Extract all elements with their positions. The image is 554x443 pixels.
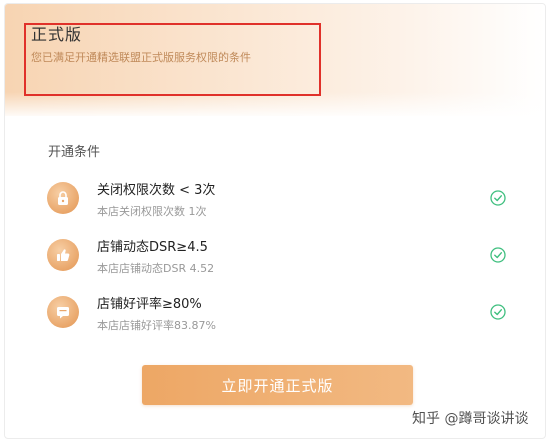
check-circle-icon bbox=[490, 304, 506, 320]
activate-formal-version-button[interactable]: 立即开通正式版 bbox=[142, 365, 413, 405]
condition-title: 店铺好评率≥80% bbox=[97, 297, 202, 312]
condition-value: 本店关闭权限次数 1次 bbox=[97, 205, 207, 218]
page-subtitle: 您已满足开通精选联盟正式版服务权限的条件 bbox=[31, 51, 251, 64]
check-circle-icon bbox=[490, 190, 506, 206]
condition-row-dsr: 店铺动态DSR≥4.5 本店店铺动态DSR 4.52 bbox=[5, 234, 545, 284]
thumbs-up-icon bbox=[47, 239, 79, 271]
check-circle-icon bbox=[490, 247, 506, 263]
condition-value: 本店店铺动态DSR 4.52 bbox=[97, 262, 215, 275]
condition-title: 关闭权限次数 < 3次 bbox=[97, 183, 216, 198]
watermark-text: 知乎 @蹲哥谈讲谈 bbox=[412, 411, 529, 427]
condition-title: 店铺动态DSR≥4.5 bbox=[97, 240, 208, 255]
condition-row-rating: 店铺好评率≥80% 本店店铺好评率83.87% bbox=[5, 291, 545, 341]
condition-value: 本店店铺好评率83.87% bbox=[97, 319, 216, 332]
page-title: 正式版 bbox=[31, 25, 83, 44]
lock-icon bbox=[47, 182, 79, 214]
upgrade-card: 正式版 您已满足开通精选联盟正式版服务权限的条件 开通条件 关闭权限次数 < 3… bbox=[4, 3, 546, 439]
condition-row-close-permission: 关闭权限次数 < 3次 本店关闭权限次数 1次 bbox=[5, 177, 545, 227]
watermark: 知乎 @蹲哥谈讲谈 bbox=[412, 408, 528, 428]
conditions-label: 开通条件 bbox=[48, 145, 101, 160]
message-icon bbox=[47, 296, 79, 328]
